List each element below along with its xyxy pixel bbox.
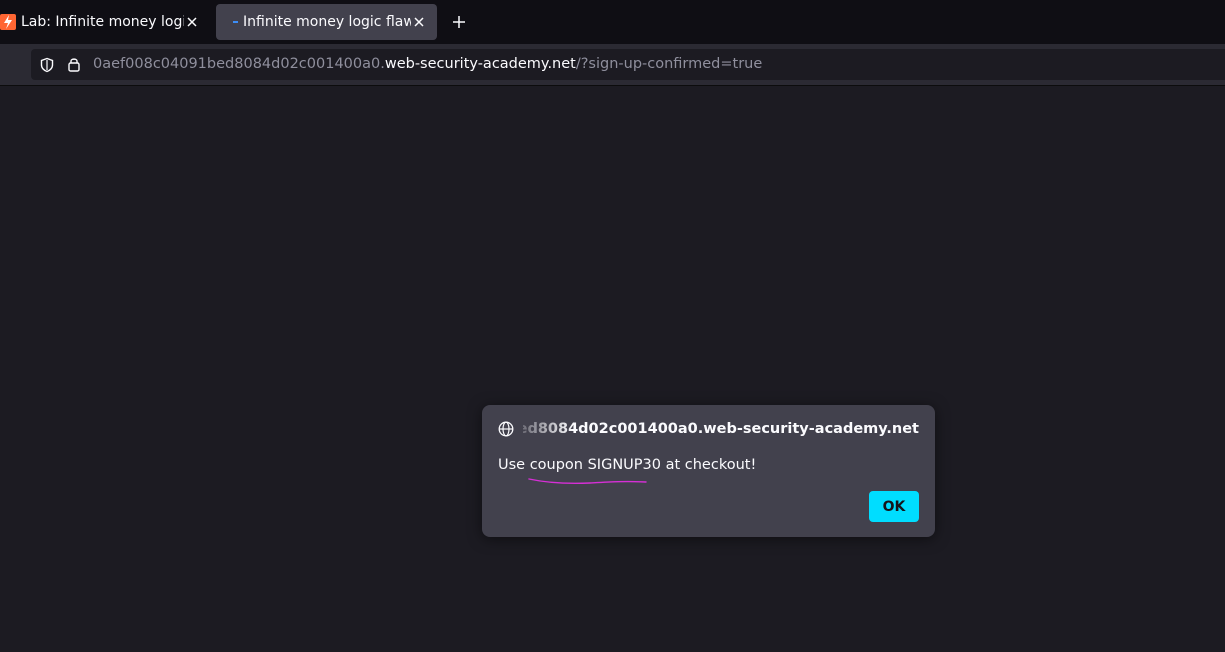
url-prefix: 0aef008c04091bed8084d02c001400a0. [93, 56, 385, 72]
globe-icon [498, 421, 514, 437]
close-icon[interactable] [411, 14, 427, 30]
url-text[interactable]: 0aef008c04091bed8084d02c001400a0.web-sec… [93, 49, 762, 80]
new-tab-button[interactable] [449, 12, 469, 32]
dialog-message: Use coupon SIGNUP30 at checkout! [498, 457, 757, 473]
plus-icon [453, 16, 465, 28]
url-path: /?sign-up-confirmed=true [575, 56, 763, 72]
navigation-bar: 0aef008c04091bed8084d02c001400a0.web-sec… [0, 44, 1225, 86]
burp-lab-icon [0, 14, 16, 30]
url-bar[interactable]: 0aef008c04091bed8084d02c001400a0.web-sec… [31, 49, 1225, 80]
loading-dot-icon [233, 21, 238, 23]
ok-button[interactable]: OK [869, 491, 919, 522]
url-host: web-security-academy.net [384, 56, 576, 72]
tab-title: Infinite money logic flaw [243, 14, 411, 30]
page-content [0, 86, 1225, 652]
tab-title: Lab: Infinite money logic flaw [21, 14, 184, 30]
tab-bar: Lab: Infinite money logic flaw Infinite … [0, 0, 1225, 44]
alert-dialog: 0aef008c04091bed8084d02c001400a0.web-sec… [482, 405, 935, 537]
dialog-origin: 0aef008c04091bed8084d02c001400a0.web-sec… [523, 421, 919, 437]
tab-lab-infinite-money[interactable]: Lab: Infinite money logic flaw [0, 4, 210, 40]
lock-icon[interactable] [67, 56, 81, 72]
tab-infinite-money-active[interactable]: Infinite money logic flaw [216, 4, 437, 40]
annotation-underline [528, 478, 647, 485]
close-icon[interactable] [184, 14, 200, 30]
shield-icon[interactable] [39, 57, 55, 73]
